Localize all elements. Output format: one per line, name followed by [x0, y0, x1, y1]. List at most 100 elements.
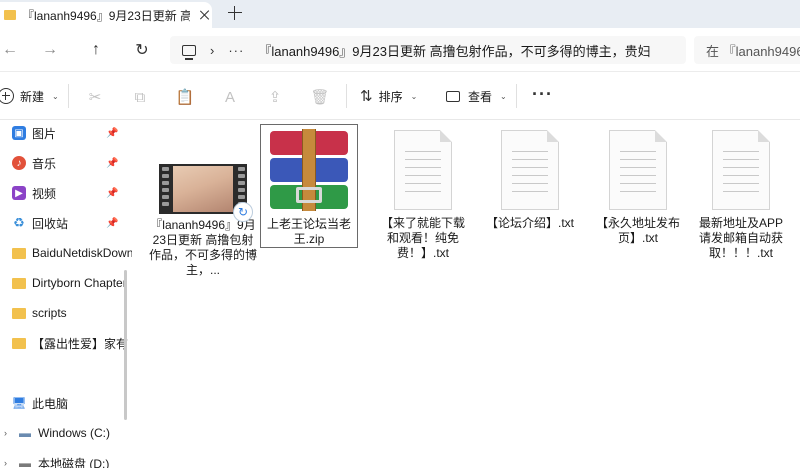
tab-current-folder[interactable]: 『lananh9496』9月23日更新 高撸包射作品，不可多得的博主，贵妇: [0, 2, 212, 28]
recycle-bin-icon: ♻: [12, 215, 26, 230]
divider: [346, 84, 347, 108]
sync-icon: ↻: [233, 202, 253, 222]
delete-icon[interactable]: 🗑: [310, 88, 329, 106]
new-tab-button[interactable]: [226, 4, 244, 22]
pin-icon: 📌: [106, 187, 119, 199]
sidebar-item-recycle-bin[interactable]: ♻ 回收站 📌: [0, 210, 132, 236]
command-bar: 新建 ⌄ ✂ ⧉ 📋 A ⇪ 🗑 ⇅ 排序 ⌄ 查看 ⌄ ···: [0, 72, 800, 120]
sidebar-item-baidu-netdisk[interactable]: BaiduNetdiskDownload: [0, 240, 132, 266]
new-label: 新建: [20, 89, 45, 104]
up-icon[interactable]: ↑: [86, 40, 106, 60]
sidebar-item-label: scripts: [32, 306, 67, 320]
folder-icon: [4, 10, 16, 20]
file-item[interactable]: 上老王论坛当老王.zip: [260, 124, 358, 248]
navigation-pane: ▣ 图片 📌 ♪ 音乐 📌 ▶ 视频 📌 ♻ 回收站 📌 BaiduNetdis…: [0, 120, 132, 468]
back-icon[interactable]: ←: [0, 40, 20, 60]
file-name: 最新地址及APP请发邮箱自动获取！！！.txt: [698, 216, 783, 260]
forward-icon[interactable]: →: [40, 40, 60, 60]
navigation-bar: ← → ↑ ↻ › ··· 『lananh9496』9月23日更新 高撸包射作品…: [0, 28, 800, 72]
sidebar-item-label: 图片: [32, 126, 57, 141]
copy-icon[interactable]: ⧉: [131, 88, 149, 106]
text-file-icon: [501, 130, 559, 210]
share-icon[interactable]: ⇪: [266, 88, 284, 106]
folder-icon: [12, 307, 26, 319]
sidebar-item-label: 此电脑: [32, 396, 69, 411]
sidebar-item-label: 视频: [32, 186, 57, 201]
divider: [516, 84, 517, 108]
address-bar[interactable]: › ··· 『lananh9496』9月23日更新 高撸包射作品，不可多得的博主…: [170, 36, 686, 64]
sidebar-item-label: Dirtyborn Chapter: [32, 276, 127, 290]
breadcrumb-overflow-button[interactable]: ···: [228, 43, 244, 58]
search-input[interactable]: 在 『lananh9496』: [694, 36, 800, 64]
chevron-down-icon: ⌄: [410, 91, 418, 101]
file-item[interactable]: ↻ 『lananh9496』9月23日更新 高撸包射作品，不可多得的博主，...: [148, 164, 258, 278]
refresh-icon[interactable]: ↻: [132, 40, 152, 60]
sidebar-item-pictures[interactable]: ▣ 图片 📌: [0, 120, 132, 146]
tab-strip: 『lananh9496』9月23日更新 高撸包射作品，不可多得的博主，贵妇: [0, 0, 800, 28]
drive-icon: ▬: [18, 456, 32, 468]
video-file-icon: ↻: [159, 164, 253, 222]
file-item[interactable]: 【论坛介绍】.txt: [482, 130, 578, 231]
chevron-down-icon: ⌄: [52, 91, 59, 101]
sort-icon: ⇅: [360, 88, 373, 105]
sidebar-item-label: BaiduNetdiskDownload: [32, 246, 132, 260]
sidebar-item-drive-d[interactable]: › ▬ 本地磁盘 (D:): [0, 450, 132, 468]
file-item[interactable]: 最新地址及APP请发邮箱自动获取！！！.txt: [698, 130, 784, 261]
file-item[interactable]: 【来了就能下载和观看！纯免费！】.txt: [376, 130, 470, 261]
cut-icon[interactable]: ✂: [86, 88, 104, 106]
sidebar-item-folder[interactable]: 【露出性爱】家有: [0, 330, 132, 356]
pin-icon: 📌: [106, 157, 119, 169]
rename-icon[interactable]: A: [221, 88, 239, 106]
music-icon: ♪: [12, 156, 26, 170]
new-button[interactable]: 新建 ⌄: [0, 86, 59, 106]
sort-label: 排序: [378, 89, 403, 104]
sidebar-item-music[interactable]: ♪ 音乐 📌: [0, 150, 132, 176]
paste-icon[interactable]: 📋: [176, 88, 195, 106]
computer-icon: 🖥: [11, 396, 27, 410]
more-options-button[interactable]: ···: [532, 84, 553, 105]
file-name: 【永久地址发布页】.txt: [595, 216, 680, 245]
breadcrumb-path[interactable]: 『lananh9496』9月23日更新 高撸包射作品，不可多得的博主，贵妇: [258, 41, 650, 60]
folder-icon: [12, 337, 26, 349]
new-icon: [0, 88, 14, 104]
sidebar-item-label: 音乐: [32, 156, 57, 171]
sidebar-item-label: Windows (C:): [38, 426, 111, 440]
computer-icon: [182, 44, 196, 60]
sidebar-scrollbar[interactable]: [124, 270, 127, 420]
sort-button[interactable]: ⇅ 排序 ⌄: [360, 86, 417, 106]
tab-title: 『lananh9496』9月23日更新 高撸包射作品，不可多得的博主，贵妇: [22, 8, 190, 23]
divider: [68, 84, 69, 108]
sidebar-item-label: 本地磁盘 (D:): [38, 456, 110, 468]
file-name: 上老王论坛当老王.zip: [266, 217, 351, 246]
folder-icon: [12, 247, 26, 259]
chevron-down-icon: ⌄: [500, 91, 507, 101]
view-button[interactable]: 查看 ⌄: [446, 86, 507, 106]
chevron-right-icon[interactable]: ›: [4, 428, 7, 438]
chevron-right-icon[interactable]: ›: [4, 458, 7, 468]
view-label: 查看: [468, 89, 493, 104]
sidebar-item-label: 【露出性爱】家有: [32, 336, 129, 351]
drive-icon: ▬: [18, 426, 32, 440]
sidebar-item-dirtyborn[interactable]: Dirtyborn Chapter: [0, 270, 132, 296]
file-item[interactable]: 【永久地址发布页】.txt: [592, 130, 684, 246]
close-icon[interactable]: [198, 8, 212, 22]
pictures-icon: ▣: [12, 126, 26, 140]
videos-icon: ▶: [12, 186, 26, 200]
file-name: 『lananh9496』9月23日更新 高撸包射作品，不可多得的博主，...: [148, 218, 257, 277]
view-icon: [446, 90, 460, 102]
sidebar-item-videos[interactable]: ▶ 视频 📌: [0, 180, 132, 206]
breadcrumb-separator-icon: ›: [210, 42, 215, 58]
text-file-icon: [712, 130, 770, 210]
file-name: 【论坛介绍】.txt: [485, 216, 574, 230]
sidebar-item-drive-c[interactable]: › ▬ Windows (C:): [0, 420, 132, 446]
pin-icon: 📌: [106, 127, 119, 139]
text-file-icon: [394, 130, 452, 210]
sidebar-item-label: 回收站: [32, 216, 69, 231]
pin-icon: 📌: [106, 217, 119, 229]
file-list: ↻ 『lananh9496』9月23日更新 高撸包射作品，不可多得的博主，...…: [136, 120, 800, 468]
text-file-icon: [609, 130, 667, 210]
file-name: 【来了就能下载和观看！纯免费！】.txt: [380, 216, 465, 260]
sidebar-item-this-pc[interactable]: 🖥 此电脑: [0, 390, 132, 416]
archive-file-icon: [266, 129, 352, 211]
sidebar-item-scripts[interactable]: scripts: [0, 300, 132, 326]
